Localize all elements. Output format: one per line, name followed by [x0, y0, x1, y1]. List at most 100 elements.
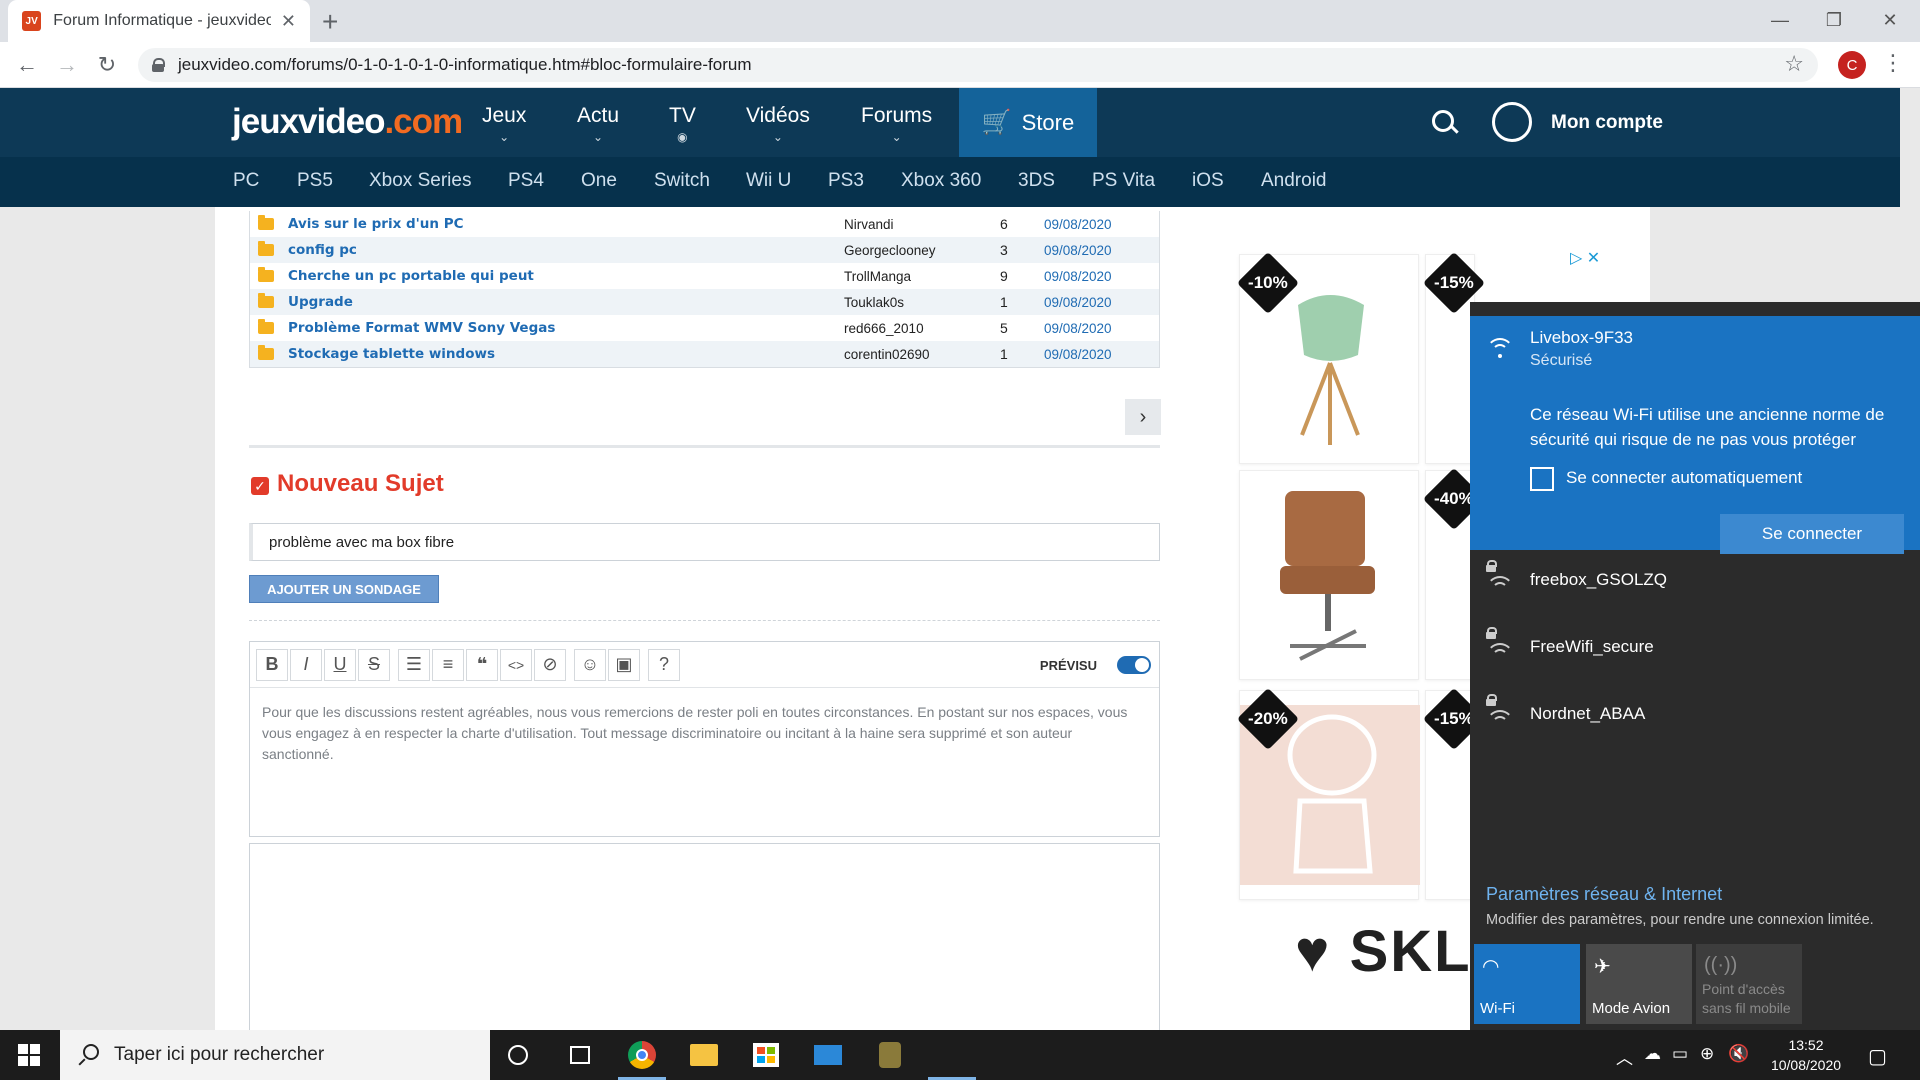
platform-ps3[interactable]: PS3: [828, 170, 864, 192]
topic-date[interactable]: 09/08/2020: [1044, 243, 1112, 258]
nav-tv[interactable]: TV ◉: [669, 104, 696, 144]
auto-connect-checkbox[interactable]: [1530, 467, 1554, 491]
numbered-list-icon[interactable]: ≡: [432, 648, 464, 681]
address-bar[interactable]: jeuxvideo.com/forums/0-1-0-1-0-1-0-infor…: [138, 48, 1818, 82]
topic-date[interactable]: 09/08/2020: [1044, 347, 1112, 362]
platform-wii-u[interactable]: Wii U: [746, 170, 791, 192]
auto-connect-label[interactable]: Se connecter automatiquement: [1566, 468, 1802, 488]
table-row[interactable]: Avis sur le prix d'un PC Nirvandi 6 09/0…: [250, 211, 1159, 237]
preview-toggle[interactable]: [1117, 656, 1151, 674]
site-logo[interactable]: jeuxvideo.com: [232, 102, 463, 142]
bold-icon[interactable]: B: [256, 648, 288, 681]
topic-author[interactable]: Nirvandi: [844, 217, 1000, 232]
network-item[interactable]: freebox_GSOLZQ: [1470, 550, 1920, 616]
restore-icon[interactable]: ❐: [1806, 0, 1862, 40]
topic-title[interactable]: Upgrade: [288, 294, 844, 310]
topic-title[interactable]: Stockage tablette windows: [288, 346, 844, 362]
platform-xbox-series[interactable]: Xbox Series: [369, 170, 471, 192]
ad-product-tile[interactable]: -20%: [1236, 687, 1420, 900]
topic-author[interactable]: corentin02690: [844, 347, 1000, 362]
ad-product-tile[interactable]: -40%: [1422, 467, 1486, 680]
network-item[interactable]: FreeWifi_secure: [1470, 617, 1920, 683]
topic-date[interactable]: 09/08/2020: [1044, 217, 1112, 232]
platform-xbox-360[interactable]: Xbox 360: [901, 170, 981, 192]
window-close-icon[interactable]: ✕: [1862, 0, 1918, 40]
airplane-mode-toggle[interactable]: ✈ Mode Avion: [1586, 944, 1692, 1024]
table-row[interactable]: Upgrade Touklak0s 1 09/08/2020: [250, 289, 1159, 315]
bookmark-star-icon[interactable]: ☆: [1784, 51, 1804, 77]
help-icon[interactable]: ?: [648, 648, 680, 681]
network-settings-link[interactable]: Paramètres réseau & Internet: [1486, 884, 1722, 905]
ad-product-tile[interactable]: -15%: [1422, 687, 1486, 900]
italic-icon[interactable]: I: [290, 648, 322, 681]
url-text[interactable]: jeuxvideo.com/forums/0-1-0-1-0-1-0-infor…: [178, 55, 751, 75]
next-page-button[interactable]: ›: [1125, 399, 1161, 435]
taskbar-app-slot[interactable]: [924, 1030, 980, 1080]
store-icon[interactable]: [738, 1030, 794, 1080]
subject-input[interactable]: problème avec ma box fibre: [249, 523, 1160, 561]
topic-author[interactable]: TrollManga: [844, 269, 1000, 284]
nav-store[interactable]: 🛒 Store: [959, 88, 1097, 157]
bullet-list-icon[interactable]: ☰: [398, 648, 430, 681]
table-row[interactable]: Cherche un pc portable qui peut TrollMan…: [250, 263, 1159, 289]
chrome-icon[interactable]: [614, 1030, 670, 1080]
platform-ps4[interactable]: PS4: [508, 170, 544, 192]
topic-date[interactable]: 09/08/2020: [1044, 269, 1112, 284]
topic-title[interactable]: Cherche un pc portable qui peut: [288, 268, 844, 284]
topic-date[interactable]: 09/08/2020: [1044, 321, 1112, 336]
topic-date[interactable]: 09/08/2020: [1044, 295, 1112, 310]
ad-product-tile[interactable]: -10%: [1236, 251, 1419, 464]
forward-icon[interactable]: →: [52, 50, 82, 80]
platform-ps5[interactable]: PS5: [297, 170, 333, 192]
account-link[interactable]: Mon compte: [1551, 112, 1663, 134]
network-globe-icon[interactable]: ⊕: [1700, 1044, 1714, 1064]
nav-actu[interactable]: Actu ⌄: [577, 104, 619, 144]
network-item[interactable]: Nordnet_ABAA: [1470, 684, 1920, 750]
reload-icon[interactable]: ↻: [92, 50, 122, 80]
file-explorer-icon[interactable]: [676, 1030, 732, 1080]
message-textarea[interactable]: Pour que les discussions restent agréabl…: [250, 688, 1159, 779]
wifi-quick-toggle[interactable]: ◠ Wi-Fi: [1474, 944, 1580, 1024]
new-tab-icon[interactable]: +: [322, 6, 338, 38]
selected-network[interactable]: Livebox-9F33 Sécurisé Ce réseau Wi-Fi ut…: [1470, 316, 1920, 554]
ad-choices-icon[interactable]: ▷ ✕: [1570, 248, 1600, 268]
topic-author[interactable]: Touklak0s: [844, 295, 1000, 310]
platform-pc[interactable]: PC: [233, 170, 259, 192]
back-icon[interactable]: ←: [12, 50, 42, 80]
windows-start-icon[interactable]: [18, 1044, 40, 1066]
nav-videos[interactable]: Vidéos ⌄: [746, 104, 810, 144]
taskbar-search[interactable]: Taper ici pour rechercher: [60, 1030, 490, 1080]
task-view-icon[interactable]: [552, 1030, 608, 1080]
notifications-icon[interactable]: ▢: [1868, 1044, 1887, 1069]
smiley-icon[interactable]: ☺: [574, 648, 606, 681]
topic-title[interactable]: Avis sur le prix d'un PC: [288, 216, 844, 232]
platform-ios[interactable]: iOS: [1192, 170, 1224, 192]
topic-title[interactable]: Problème Format WMV Sony Vegas: [288, 320, 844, 336]
strikethrough-icon[interactable]: S: [358, 648, 390, 681]
mail-icon[interactable]: [800, 1030, 856, 1080]
underline-icon[interactable]: U: [324, 648, 356, 681]
platform-3ds[interactable]: 3DS: [1018, 170, 1055, 192]
code-icon[interactable]: <>: [500, 648, 532, 681]
topic-author[interactable]: Georgeclooney: [844, 243, 1000, 258]
nav-forums[interactable]: Forums ⌄: [861, 104, 932, 144]
search-icon[interactable]: [1430, 108, 1460, 138]
table-row[interactable]: Stockage tablette windows corentin02690 …: [250, 341, 1159, 367]
platform-one[interactable]: One: [581, 170, 617, 192]
nav-jeux[interactable]: Jeux ⌄: [482, 104, 526, 144]
cortana-icon[interactable]: [490, 1030, 546, 1080]
mobile-hotspot-toggle[interactable]: ((·)) Point d'accès sans fil mobile: [1696, 944, 1802, 1024]
lock-icon[interactable]: [152, 58, 165, 72]
ad-product-tile[interactable]: [1239, 470, 1419, 680]
ad-product-tile[interactable]: -15%: [1422, 251, 1486, 464]
profile-avatar[interactable]: C: [1838, 51, 1866, 79]
table-row[interactable]: Problème Format WMV Sony Vegas red666_20…: [250, 315, 1159, 341]
platform-android[interactable]: Android: [1261, 170, 1327, 192]
game-app-icon[interactable]: [862, 1030, 918, 1080]
table-row[interactable]: config pc Georgeclooney 3 09/08/2020: [250, 237, 1159, 263]
show-hidden-icons-icon[interactable]: ︿: [1616, 1044, 1633, 1069]
spoiler-icon[interactable]: ⊘: [534, 648, 566, 681]
connect-button[interactable]: Se connecter: [1720, 514, 1904, 554]
minimize-icon[interactable]: —: [1752, 0, 1808, 40]
close-tab-icon[interactable]: ✕: [281, 11, 296, 32]
